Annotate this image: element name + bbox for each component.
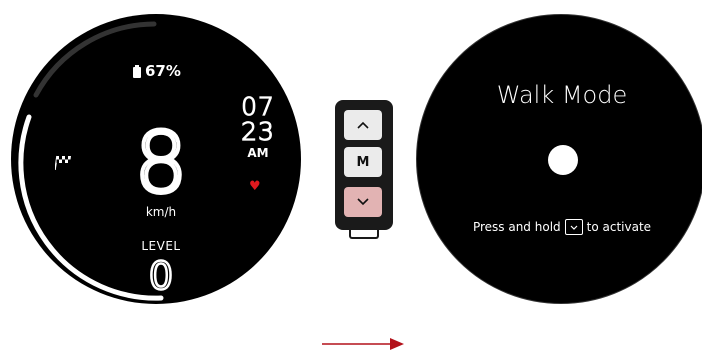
walk-mode-dial: Walk Mode Press and hold to activate [416,14,702,304]
assist-level-label: LEVEL [141,239,181,253]
remote-clip [349,230,379,239]
instruction-prefix: Press and hold [472,220,561,234]
clock-ampm: AM [247,146,269,160]
handlebar-remote: M [335,100,393,230]
chevron-down-icon [357,198,369,206]
walk-mode-instruction: Press and hold to activate [417,219,702,235]
battery-percent: 67% [145,62,181,80]
walk-mode-title: Walk Mode [496,81,628,109]
clock: 07 23 AM [233,92,283,160]
clock-hour: 07 [240,92,275,121]
battery-indicator: 67% [133,62,181,80]
right-arrow-icon [322,338,404,350]
walk-mode-indicator [548,145,578,175]
mode-button[interactable]: M [344,147,382,177]
instruction-suffix: to activate [586,220,652,234]
mode-button-label: M [356,154,370,170]
checkered-flag-icon [55,155,71,170]
chevron-up-icon [357,121,369,129]
heart-icon: ♥ [249,179,261,194]
battery-icon [133,64,141,78]
down-key-icon [564,219,583,235]
down-button[interactable] [344,187,382,217]
speed-unit: km/h [145,205,177,219]
speedometer-dial: 67% 07 23 AM ♥ 8 km/h LEVEL 0 [11,14,301,304]
assist-level-value: 0 [148,254,175,298]
clock-minute: 23 [240,117,275,146]
up-button[interactable] [344,110,382,140]
chevron-down-icon [570,225,578,230]
speed-value: 8 [132,114,189,212]
